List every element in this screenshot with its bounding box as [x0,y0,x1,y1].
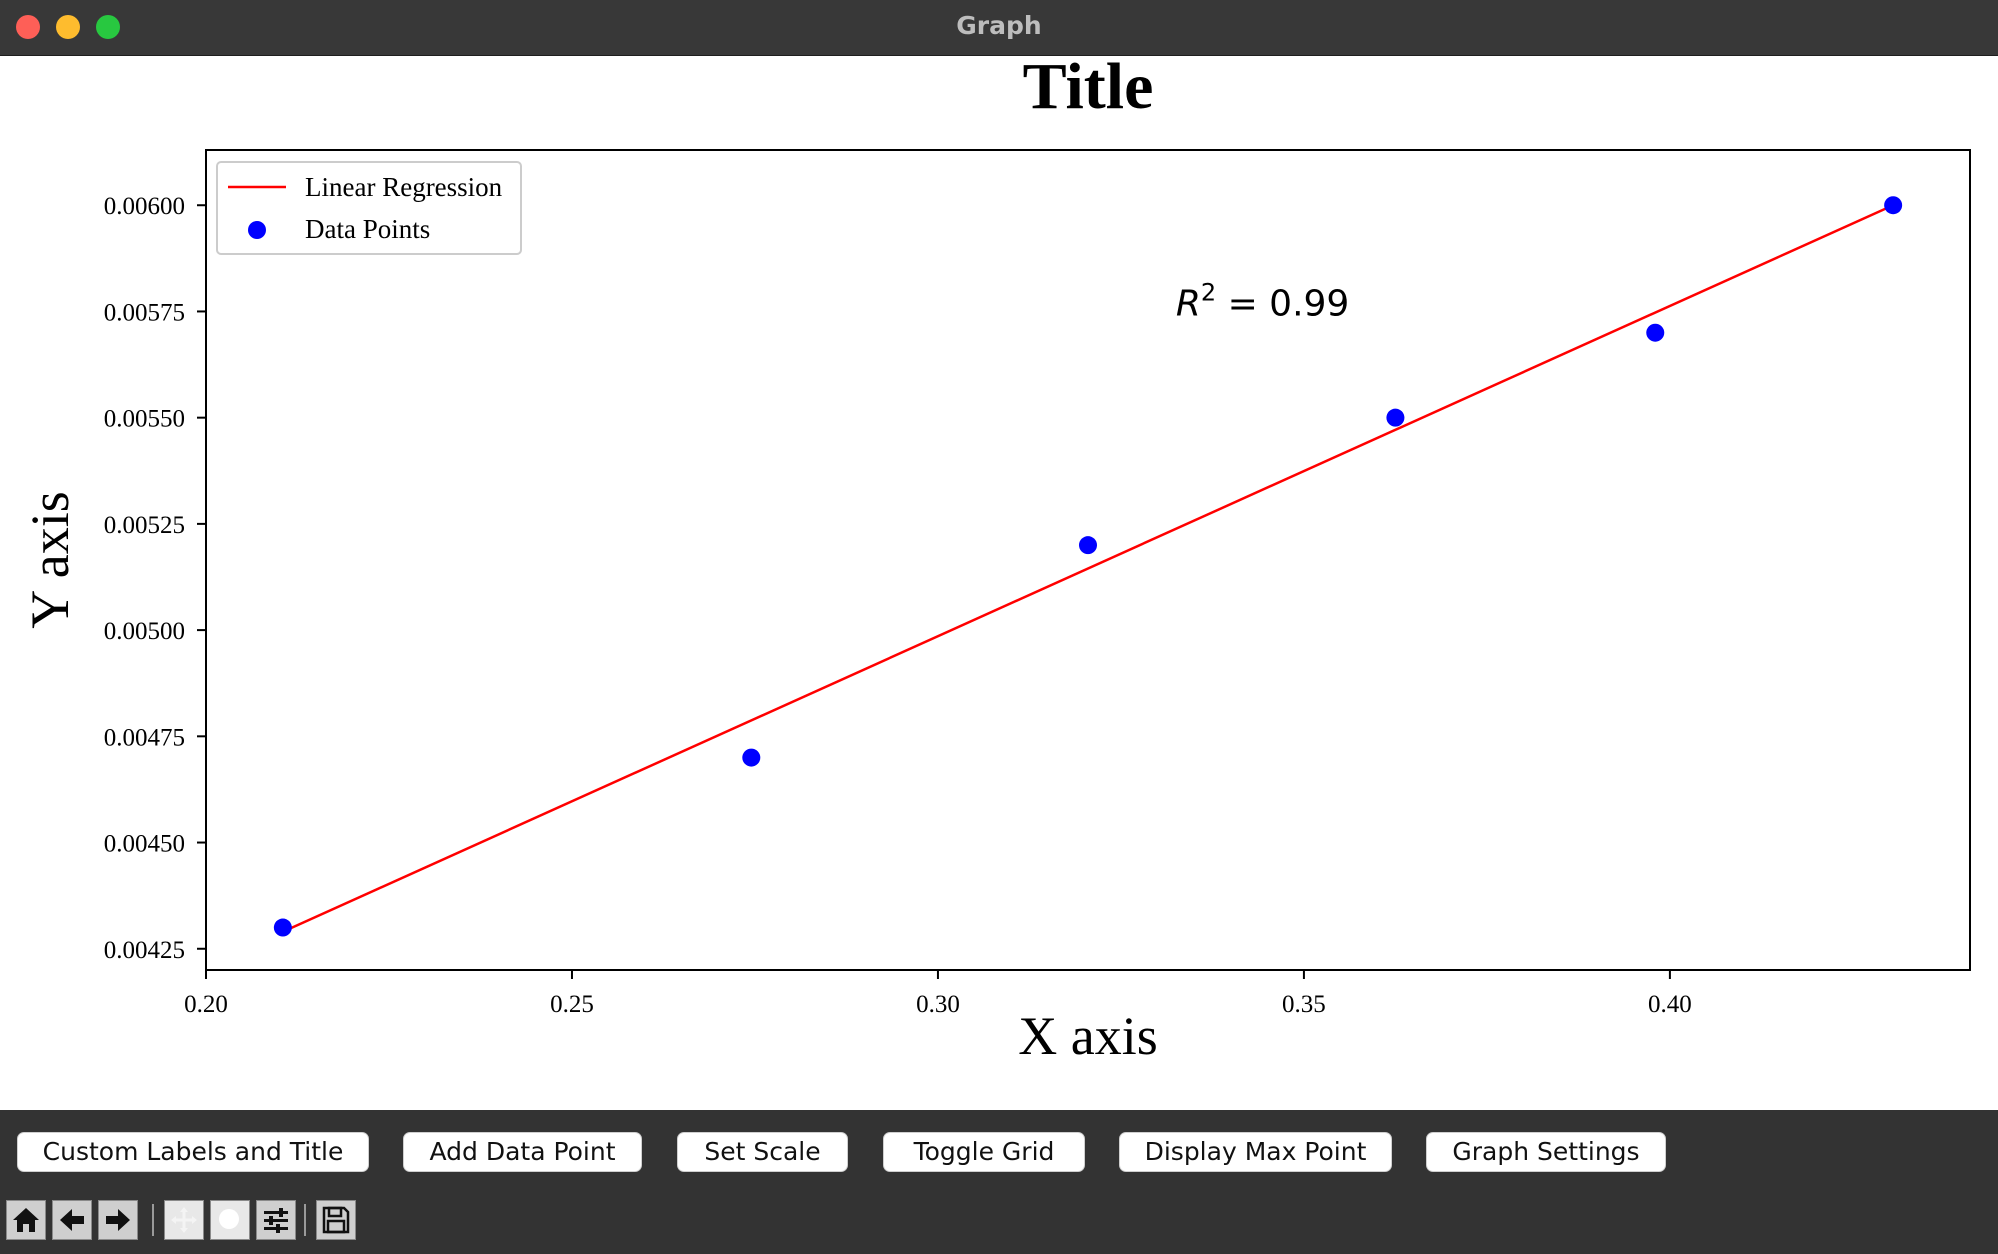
zoom-icon[interactable] [210,1200,250,1240]
custom-labels-button[interactable]: Custom Labels and Title [17,1132,369,1172]
y-tick-label: 0.00525 [104,512,185,539]
y-tick-label: 0.00500 [104,618,185,645]
x-tick-label: 0.30 [916,991,960,1018]
pan-icon[interactable] [164,1200,204,1240]
y-tick-label: 0.00475 [104,724,185,751]
toggle-grid-button[interactable]: Toggle Grid [883,1132,1085,1172]
r-squared-annotation: R2 = 0.99 [1176,279,1350,325]
back-arrow-icon[interactable] [52,1200,92,1240]
y-tick-label: 0.00450 [104,831,185,858]
data-point[interactable] [1079,536,1097,555]
y-tick-label: 0.00550 [104,406,185,433]
toolbar-separator [152,1204,154,1236]
x-tick-label: 0.25 [550,991,594,1018]
legend-point-swatch [248,221,266,239]
data-point[interactable] [742,748,761,767]
save-icon[interactable] [316,1200,356,1240]
x-tick-label: 0.35 [1282,991,1326,1018]
chart-svg: Title 0.20 0.25 0.30 0.35 0.40 0.00425 0.00450 0… [20,56,1971,1066]
x-tick-label: 0.20 [184,991,228,1018]
legend-label-regression: Linear Regression [305,172,503,202]
y-tick-label: 0.00425 [104,937,185,964]
y-axis-label: Y axis [20,491,80,628]
window-title: Graph [956,11,1042,40]
forward-arrow-icon[interactable] [98,1200,138,1240]
graph-settings-button[interactable]: Graph Settings [1426,1132,1666,1172]
plot-canvas[interactable]: Title 0.20 0.25 0.30 0.35 0.40 0.00425 0.00450 0… [0,56,1998,1110]
x-axis-label: X axis [1018,1006,1157,1066]
y-tick-label: 0.00600 [104,193,185,220]
add-data-point-button[interactable]: Add Data Point [403,1132,642,1172]
configure-subplots-icon[interactable] [256,1200,296,1240]
data-point[interactable] [1884,196,1903,215]
y-tick-label: 0.00575 [104,299,185,326]
graph-window: Graph Title 0.20 0.25 0.30 0.35 0.40 0.00425 0.… [0,0,1998,1254]
home-icon[interactable] [6,1200,46,1240]
data-point[interactable] [1386,408,1405,427]
legend-label-points: Data Points [305,214,430,244]
data-point[interactable] [1646,323,1665,342]
set-scale-button[interactable]: Set Scale [677,1132,848,1172]
controls-panel: Custom Labels and Title Add Data Point S… [0,1110,1998,1254]
display-max-point-button[interactable]: Display Max Point [1119,1132,1392,1172]
chart-title: Title [1023,56,1154,123]
window-titlebar: Graph [0,0,1998,56]
data-point[interactable] [273,918,292,937]
toolbar-separator [304,1204,306,1236]
x-tick-label: 0.40 [1648,991,1692,1018]
regression-line [282,204,1894,933]
